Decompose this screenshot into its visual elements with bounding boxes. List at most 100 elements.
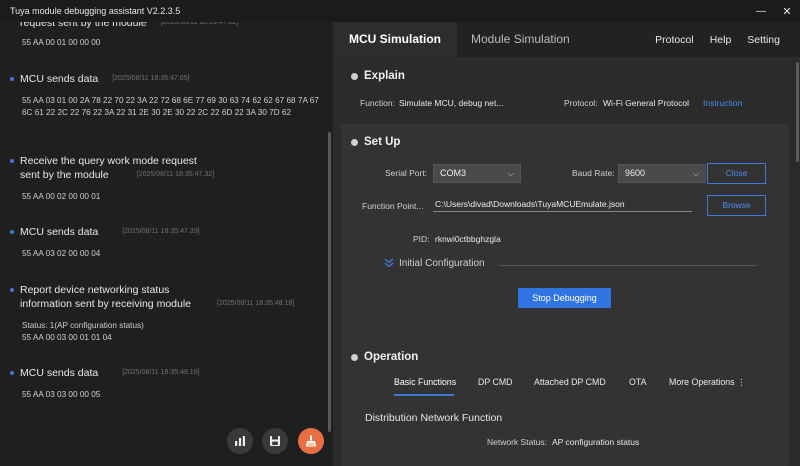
log-body: 55 AA 00 02 00 00 01 [22,192,101,201]
bullet-icon [10,159,14,163]
log-panel: request sent by the module [2025/08/11 18… [0,22,333,466]
log-body: 55 AA 00 03 00 01 01 04 [22,333,112,342]
title-bar: Tuya module debugging assistant V2.2.3.5… [0,0,800,22]
log-entry: MCU sends data [2025/08/11 18:35:47.05] 5… [10,72,320,119]
minimize-button[interactable]: — [748,6,774,17]
bullet-icon [10,77,14,81]
instruction-link[interactable]: Instruction [703,98,742,108]
function-label: Function: [360,98,395,108]
explain-section: Explain Function: Simulate MCU, debug ne… [341,62,789,114]
pid-value: rknwi0ctbbghzgla [435,234,501,244]
setup-title-text: Set Up [364,136,401,148]
network-status-value: AP configuration status [552,437,640,447]
function-value: Simulate MCU, debug net... [399,98,504,108]
explain-title-text: Explain [364,70,405,82]
serial-port-value: COM3 [440,168,467,178]
log-entry-title-line2: sent by the module [20,169,109,181]
top-tabs: MCU Simulation Module Simulation Protoco… [333,22,800,57]
active-tab-indicator [394,394,454,396]
close-window-button[interactable]: ✕ [774,5,800,18]
browse-button[interactable]: Browse [707,195,766,216]
app-window: Tuya module debugging assistant V2.2.3.5… [0,0,800,466]
baud-rate-select[interactable]: 9600 ⌵ [618,164,706,183]
bullet-icon [351,72,358,80]
function-point-label: Function Point... [362,201,424,211]
log-entry: Receive the query work mode request sent… [10,154,320,203]
main-panel: MCU Simulation Module Simulation Protoco… [333,22,800,466]
tab-dp-cmd[interactable]: DP CMD [478,377,513,387]
log-entry-title: MCU sends data [20,73,99,85]
more-operations-label: More Operations [669,377,735,387]
log-timestamp: [2025/08/11 18:35:47.02] [160,22,238,26]
pid-label: PID: [413,234,430,244]
tab-basic-functions[interactable]: Basic Functions [394,377,456,387]
double-chevron-down-icon [384,258,394,268]
operation-section: Operation Basic Functions DP CMD Attache… [341,336,789,466]
tab-attached-dp-cmd[interactable]: Attached DP CMD [534,377,606,387]
save-button[interactable] [262,428,288,454]
distribution-network-title: Distribution Network Function [365,412,503,424]
log-entry-title-line1: Receive the query work mode request [20,155,197,167]
log-entry: MCU sends data [2025/08/11 18:35:47.33] 5… [10,225,320,260]
tab-more-operations[interactable]: More Operations ⋮ [669,377,746,388]
log-timestamp: [2025/08/11 18:35:47.33] [122,228,200,235]
log-scrollbar[interactable] [328,132,331,432]
protocol-label: Protocol: [564,98,598,108]
setup-title: Set Up [351,136,400,148]
chevron-down-icon: ⌵ [692,169,699,178]
log-body-status: Status: 1(AP configuration status) [22,321,144,330]
log-body: 55 AA 00 01 00 00 00 [22,38,101,47]
tab-mcu-simulation[interactable]: MCU Simulation [333,22,457,57]
menu-protocol[interactable]: Protocol [647,34,702,46]
chart-button[interactable] [227,428,253,454]
log-timestamp: [2025/08/11 18:35:47.05] [112,75,190,82]
stop-debugging-button[interactable]: Stop Debugging [518,288,611,308]
initial-configuration-toggle[interactable]: Initial Configuration [383,257,485,269]
explain-title: Explain [351,70,405,82]
clear-log-button[interactable] [298,428,324,454]
log-entry-title-line1: Report device networking status [20,284,170,296]
log-timestamp: [2025/08/11 18:35:48.19] [122,369,200,376]
menu-help[interactable]: Help [702,34,740,46]
tab-ota[interactable]: OTA [629,377,646,387]
log-body: 55 AA 03 01 00 2A 78 22 70 22 3A 22 72 6… [22,96,319,117]
log-timestamp: [2025/08/11 18:35:48.18] [217,300,295,307]
tab-module-simulation[interactable]: Module Simulation [457,22,586,57]
serial-port-label: Serial Port: [385,168,428,178]
initial-configuration-label: Initial Configuration [399,257,485,269]
window-title: Tuya module debugging assistant V2.2.3.5 [10,6,181,16]
bullet-icon [10,288,14,292]
log-entry: request sent by the module [2025/08/11 18… [10,22,320,49]
close-port-button[interactable]: Close [707,163,766,184]
log-entry-title: request sent by the module [20,22,147,29]
setup-section: Set Up Serial Port: COM3 ⌵ Baud Rate: 960… [341,124,789,340]
bullet-icon [351,353,358,361]
bullet-icon [10,230,14,234]
protocol-value: Wi-Fi General Protocol [603,98,689,108]
function-point-path-field[interactable]: C:\Users\divad\Downloads\TuyaMCUEmulate.… [433,199,692,212]
baud-rate-label: Baud Rate: [572,168,615,178]
serial-port-select[interactable]: COM3 ⌵ [433,164,521,183]
operation-title: Operation [351,351,418,363]
divider [499,265,757,266]
log-body: 55 AA 03 02 00 00 04 [22,249,101,258]
log-entry: Report device networking status informat… [10,283,320,344]
chevron-down-icon: ⌵ [507,169,514,178]
bullet-icon [351,138,358,146]
log-body: 55 AA 03 03 00 00 05 [22,390,101,399]
log-entry: MCU sends data [2025/08/11 18:35:48.19] 5… [10,366,320,401]
log-timestamp: [2025/08/11 18:35:47.32] [136,171,215,178]
save-icon [270,436,280,446]
network-status-label: Network Status: [487,437,547,447]
baud-rate-value: 9600 [625,168,646,178]
log-entry-title: MCU sends data [20,367,99,379]
broom-icon [306,435,316,447]
menu-setting[interactable]: Setting [739,34,800,46]
operation-title-text: Operation [364,351,419,363]
more-vertical-icon: ⋮ [736,377,746,387]
log-entry-title: MCU sends data [20,226,99,238]
main-scrollbar[interactable] [796,62,799,162]
bullet-icon [10,371,14,375]
log-entry-title-line2: information sent by receiving module [20,298,192,310]
bar-chart-icon [235,436,245,446]
